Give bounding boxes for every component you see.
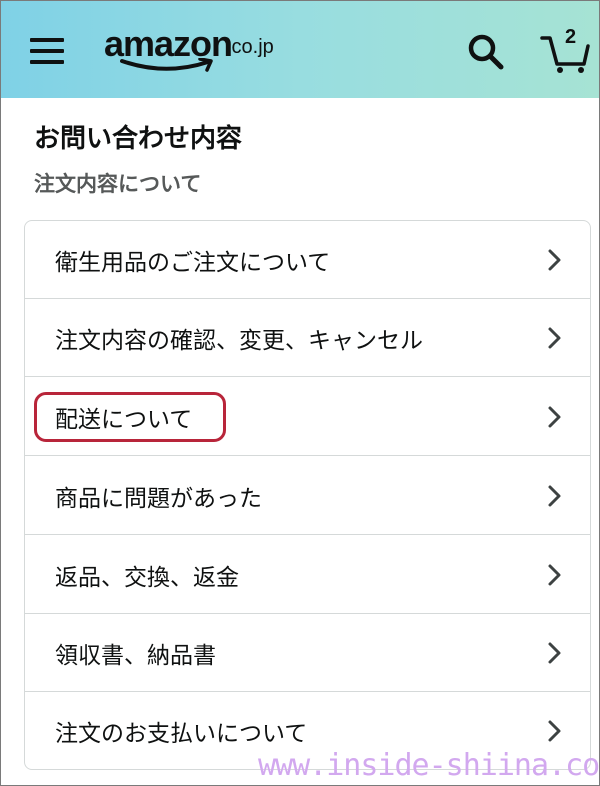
- list-item-label: 商品に問題があった: [55, 485, 262, 512]
- header-bar: amazon .co.jp 2: [0, 0, 600, 98]
- list-item-delivery[interactable]: 配送について: [25, 378, 590, 456]
- page-subtitle: 注文内容について: [34, 172, 202, 196]
- logo-suffix: .co.jp: [226, 36, 274, 58]
- list-item-label: 注文内容の確認、変更、キャンセル: [55, 327, 423, 354]
- list-item-label: 衛生用品のご注文について: [55, 249, 331, 276]
- chevron-right-icon: [548, 406, 561, 427]
- list-item-hygiene-orders[interactable]: 衛生用品のご注文について: [25, 221, 590, 299]
- cart-button[interactable]: 2: [540, 26, 590, 74]
- page-title: お問い合わせ内容: [34, 124, 243, 154]
- watermark: www.inside-shiina.com: [258, 748, 600, 783]
- list-item-label: 返品、交換、返金: [55, 564, 239, 591]
- hamburger-menu-icon[interactable]: [30, 38, 64, 64]
- chevron-right-icon: [548, 642, 561, 663]
- inquiry-topic-list: 衛生用品のご注文について 注文内容の確認、変更、キャンセル 配送について 商品に…: [24, 220, 591, 770]
- search-icon[interactable]: [466, 32, 506, 72]
- list-item-label: 領収書、納品書: [55, 642, 216, 669]
- cart-count-badge: 2: [565, 26, 577, 48]
- chevron-right-icon: [548, 485, 561, 506]
- chevron-right-icon: [548, 564, 561, 585]
- list-item-returns-refunds[interactable]: 返品、交換、返金: [25, 536, 590, 614]
- chevron-right-icon: [548, 249, 561, 270]
- list-item-order-change-cancel[interactable]: 注文内容の確認、変更、キャンセル: [25, 299, 590, 377]
- list-item-label: 注文のお支払いについて: [55, 721, 308, 747]
- list-item-label: 配送について: [55, 406, 193, 433]
- logo-smile-icon: [120, 58, 213, 72]
- list-item-product-problem[interactable]: 商品に問題があった: [25, 457, 590, 535]
- list-item-receipts-invoices[interactable]: 領収書、納品書: [25, 614, 590, 692]
- amazon-logo[interactable]: amazon .co.jp: [104, 24, 284, 74]
- chevron-right-icon: [548, 720, 561, 742]
- chevron-right-icon: [548, 327, 561, 348]
